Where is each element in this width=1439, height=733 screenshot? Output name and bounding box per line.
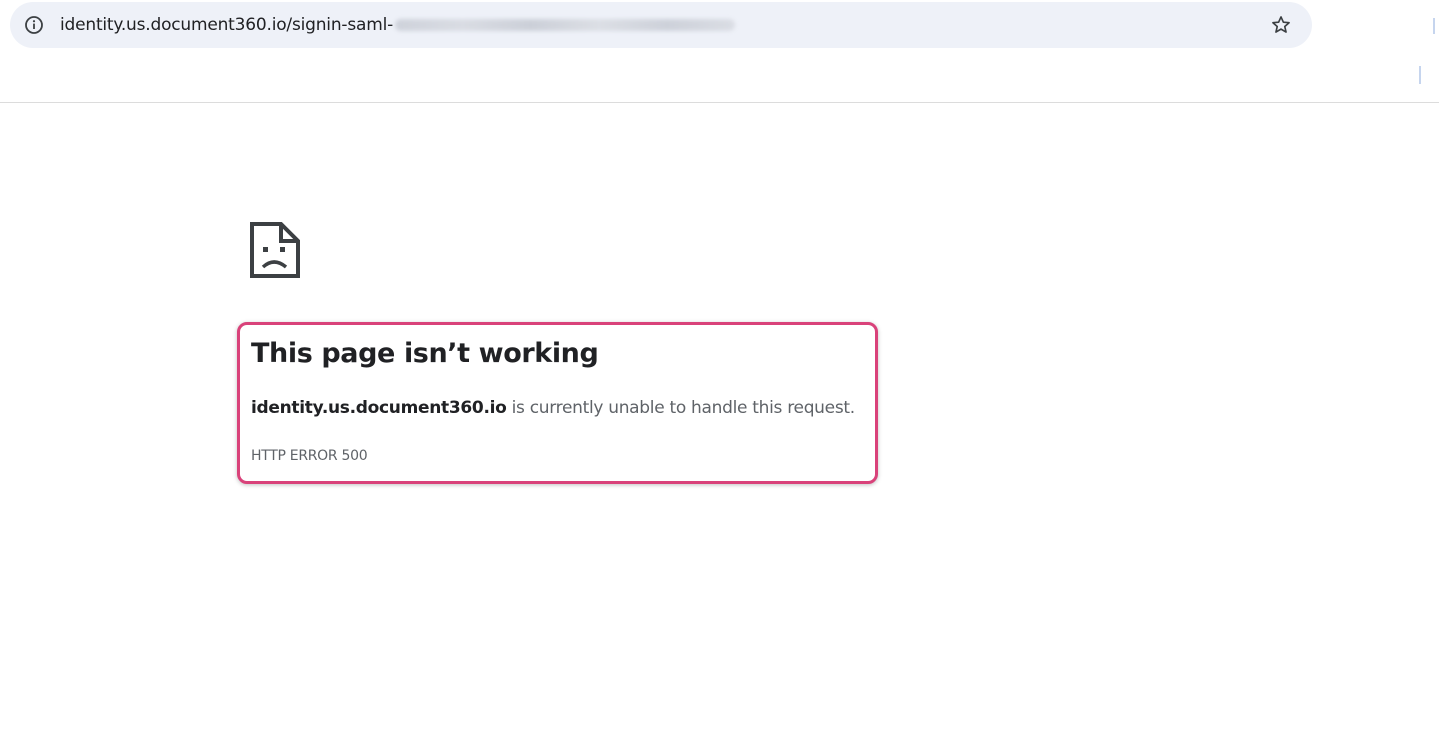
url-text[interactable]: identity.us.document360.io/signin-saml- [60,14,736,36]
page-title: This page isn’t working [251,338,599,369]
address-bar[interactable]: identity.us.document360.io/signin-saml- [10,2,1312,48]
sad-page-icon [249,221,301,279]
url-redacted-part [395,19,736,31]
error-message: identity.us.document360.io is currently … [251,396,855,420]
url-visible-part: identity.us.document360.io/signin-saml- [60,15,394,35]
window-edge-mark [1433,18,1435,34]
window-edge-mark [1419,66,1421,84]
error-message-text: is currently unable to handle this reque… [506,398,856,418]
error-host: identity.us.document360.io [251,398,507,418]
info-icon[interactable] [24,15,44,35]
error-highlight-box: This page isn’t working identity.us.docu… [237,322,878,484]
browser-toolbar: identity.us.document360.io/signin-saml- [0,0,1439,103]
error-code: HTTP ERROR 500 [251,448,368,464]
star-icon[interactable] [1270,14,1292,36]
